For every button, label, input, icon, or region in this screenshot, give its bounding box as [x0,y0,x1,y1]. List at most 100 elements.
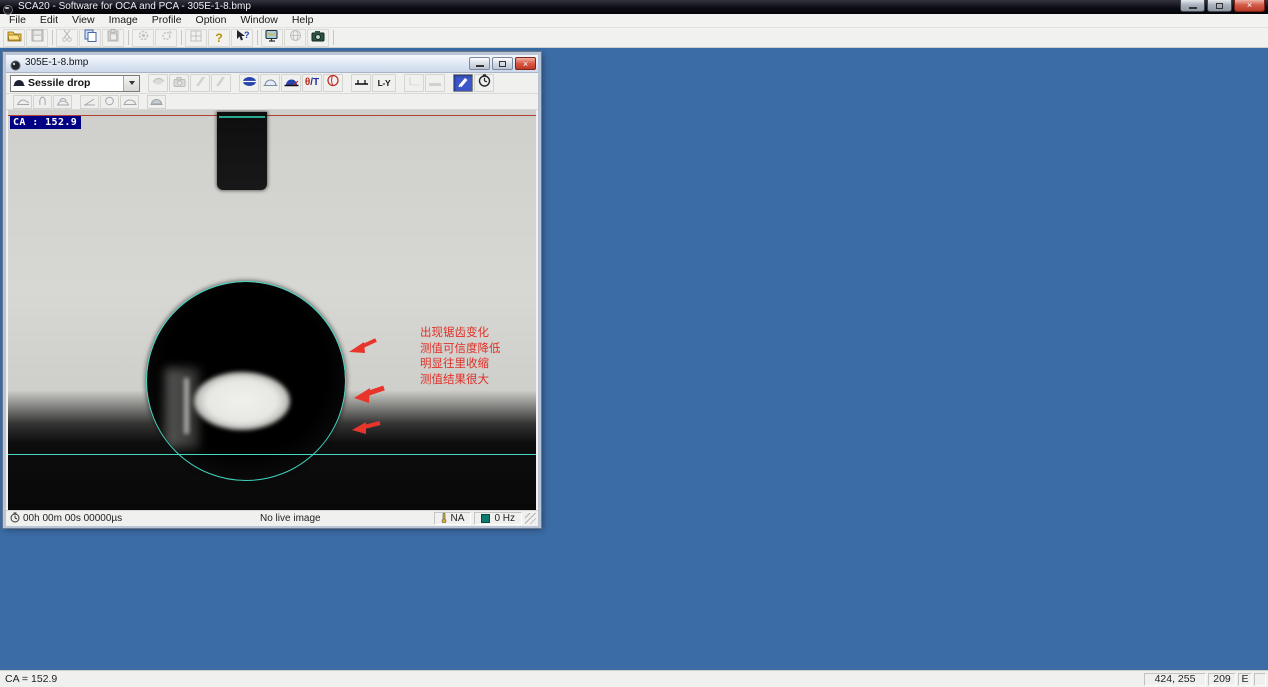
close-button[interactable]: × [1234,0,1265,12]
maximize-button[interactable] [1207,0,1232,12]
child-close-button[interactable]: × [515,57,536,70]
slant-shape-icon [215,74,227,92]
copy-button[interactable] [79,29,101,47]
slant-shape-icon [194,74,206,92]
menu-help[interactable]: Help [285,14,321,27]
framerate-panel: 0 Hz [474,512,522,525]
child-window-controls: × [469,57,536,70]
menu-edit[interactable]: Edit [33,14,65,27]
child-minimize-button[interactable] [469,57,490,70]
paste-button[interactable] [102,29,124,47]
drop-flat-button[interactable] [120,95,139,109]
main-toolbar: ? ? [0,28,1268,48]
laplace-fit-button[interactable] [323,74,343,92]
dropdown-arrow-button[interactable] [123,76,139,91]
method-selector[interactable]: Sessile drop [10,75,140,92]
child-restore-button[interactable] [492,57,513,70]
cut-icon [61,29,73,47]
minimize-icon [1189,7,1197,9]
resize-grip[interactable] [525,513,536,524]
toolbar-separator [333,30,334,45]
close-icon: × [523,59,528,69]
ellipse-fit-icon [242,74,257,92]
laplace-young-button[interactable]: L-Y [372,74,396,92]
main-statusbar: CA = 152.9 424, 255 209 E [0,670,1268,687]
theta-t-fit-button[interactable]: θ/T [302,74,322,92]
live-image-status: No live image [260,513,431,524]
pixel-value-panel: 209 [1208,673,1236,686]
context-help-icon: ? [235,29,249,47]
baseline-button[interactable] [351,74,371,92]
menu-option[interactable]: Option [189,14,234,27]
context-help-button[interactable]: ? [231,29,253,47]
annotation-line: 测值结果很大 [420,373,501,389]
circle-fit-icon [263,74,278,92]
save-button[interactable] [26,29,48,47]
image-document-window: 305E-1-8.bmp × Sessile drop [3,52,541,528]
grab-tool-button[interactable] [148,74,168,92]
menu-view[interactable]: View [65,14,102,27]
open-icon [7,29,22,47]
tangent-angle-button[interactable] [80,95,99,109]
laplace-fit-icon [326,74,340,92]
annotation-line: 出现锯齿变化 [420,326,501,342]
menubar: File Edit View Image Profile Option Wind… [0,14,1268,28]
corner-lines-icon [407,74,421,92]
drop-capped-button[interactable] [53,95,72,109]
drop-capped-icon [56,93,70,111]
baseline-icon [354,74,369,92]
statusbar-panels: 424, 255 209 E [1142,673,1266,686]
rotate-gear-icon [160,29,173,47]
settings-gear-icon [137,29,150,47]
settings-gear-button[interactable] [132,29,154,47]
save-icon [31,29,44,47]
measurement-readout: CA = 152.9 [2,673,57,685]
circle-method-button[interactable] [100,95,119,109]
drop-narrow-button[interactable] [33,95,52,109]
grid-button[interactable] [185,29,207,47]
temperature-value: NA [451,513,465,524]
stopwatch-icon [10,512,20,526]
thermometer-icon [441,512,447,526]
annotation-line: 测值可信度降低 [420,342,501,358]
drop-dome-button[interactable] [147,95,166,109]
camera-tool-button[interactable] [169,74,189,92]
snapshot-button[interactable] [307,29,329,47]
timer-button[interactable] [474,74,494,92]
live-image-icon [265,29,279,47]
drop-image-canvas[interactable]: CA : 152.9 出现锯齿变化 测值可信度降低 明显往里收缩 [8,110,536,510]
method-selector-value: Sessile drop [28,77,123,89]
live-image-button[interactable] [261,29,283,47]
globe-button[interactable] [284,29,306,47]
ellipse-fit-button[interactable] [239,74,259,92]
menu-window[interactable]: Window [233,14,284,27]
magnify-plus-button[interactable] [211,74,231,92]
toolbar-separator [257,30,258,45]
annotation-line: 明显往里收缩 [420,357,501,373]
rotate-gear-button[interactable] [155,29,177,47]
corner-lines-button[interactable] [404,74,424,92]
drop-narrow-icon [38,93,47,111]
pen-icon [457,74,469,92]
child-titlebar: 305E-1-8.bmp × [6,55,538,73]
circle-fit-button[interactable] [260,74,280,92]
manual-line-button[interactable] [425,74,445,92]
tangent-fit-button[interactable] [281,74,301,92]
magnify-minus-button[interactable] [190,74,210,92]
toolbar-separator [52,30,53,45]
snapshot-icon [311,29,325,47]
open-button[interactable] [3,29,25,47]
mdi-area: 305E-1-8.bmp × Sessile drop [0,48,1268,670]
cut-button[interactable] [56,29,78,47]
minimize-button[interactable] [1180,0,1205,12]
application-window: SCA20 - Software for OCA and PCA - 305E-… [0,0,1268,687]
menu-image[interactable]: Image [102,14,145,27]
auto-measure-button[interactable] [453,74,473,92]
camera-icon [173,74,186,92]
measurement-toolbar: Sessile drop [6,73,538,94]
framerate-value: 0 Hz [494,513,515,524]
menu-profile[interactable]: Profile [145,14,189,27]
drop-tilted-button[interactable] [13,95,32,109]
timer-value: 00h 00m 00s 00000µs [23,513,122,524]
help-button[interactable]: ? [208,29,230,47]
